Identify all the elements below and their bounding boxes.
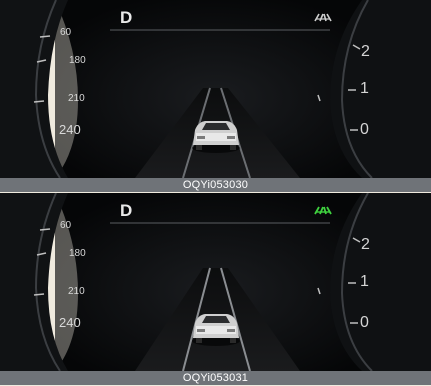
rpm-tick-2: 2 <box>361 43 370 60</box>
image-caption: OQYi053030 <box>0 178 431 192</box>
vehicle-icon <box>192 121 240 153</box>
lane-assist-icon <box>314 206 332 215</box>
speed-tick-210: 210 <box>68 286 85 297</box>
vehicle-icon <box>192 314 240 346</box>
speed-tick-180: 180 <box>69 55 86 66</box>
lane-assist-icon <box>314 13 332 22</box>
speed-tick-210: 210 <box>68 93 85 104</box>
speed-tick-60: 60 <box>60 27 72 38</box>
image-caption: OQYi053031 <box>0 371 431 385</box>
speed-tick-240: 240 <box>59 122 81 137</box>
speed-tick-60: 60 <box>60 220 72 231</box>
rpm-tick-0: 0 <box>360 314 369 331</box>
rpm-tick-2: 2 <box>361 236 370 253</box>
cluster-panel-2: D 60 180 210 240 2 1 0 OQYi053031 <box>0 193 431 386</box>
gear-indicator: D <box>120 8 133 27</box>
speed-tick-180: 180 <box>69 248 86 259</box>
speed-tick-240: 240 <box>59 315 81 330</box>
gear-indicator: D <box>120 201 133 220</box>
rpm-tick-1: 1 <box>360 273 369 290</box>
rpm-tick-1: 1 <box>360 80 369 97</box>
cluster-panel-1: D 60 180 210 240 2 1 0 OQYi053030 <box>0 0 431 193</box>
rpm-tick-0: 0 <box>360 121 369 138</box>
